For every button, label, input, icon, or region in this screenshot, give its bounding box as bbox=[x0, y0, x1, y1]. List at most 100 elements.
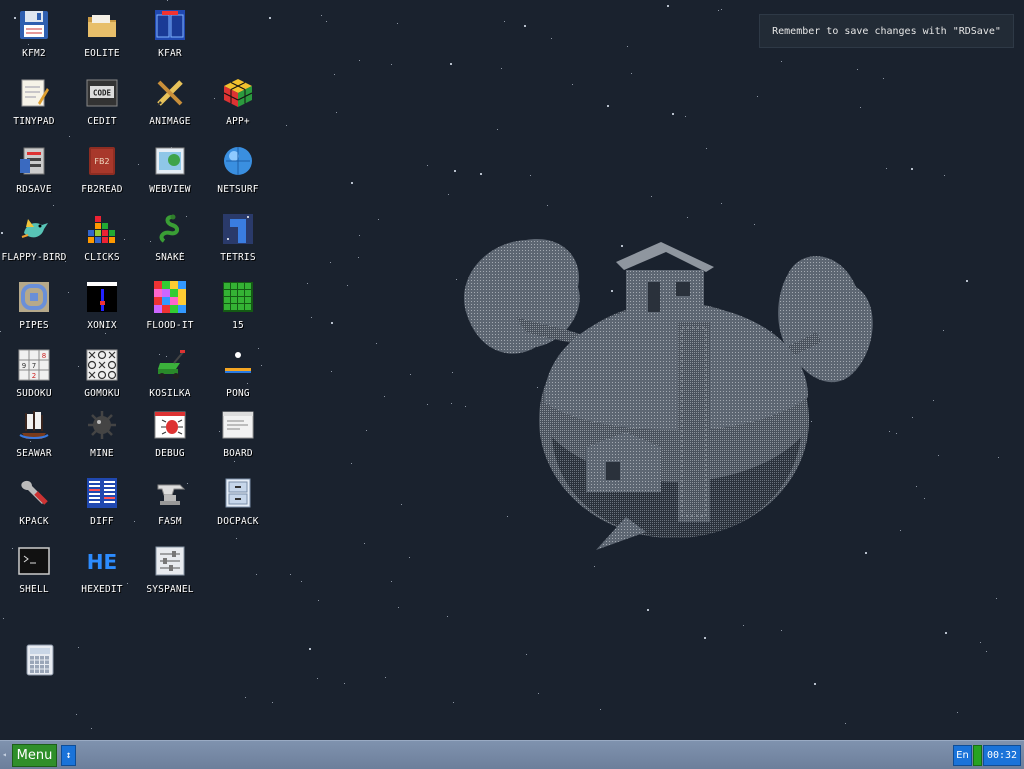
star bbox=[600, 709, 601, 710]
web-page-icon bbox=[154, 145, 186, 177]
star bbox=[359, 60, 360, 61]
desktop-icon-pong[interactable]: PONG bbox=[204, 349, 272, 413]
desktop-icon-label: BOARD bbox=[223, 448, 253, 459]
desktop-icon-label: SUDOKU bbox=[16, 388, 52, 399]
star bbox=[385, 677, 386, 678]
diff-icon bbox=[86, 477, 118, 509]
fifteen-puzzle-icon bbox=[222, 281, 254, 313]
desktop-icon-xonix[interactable]: XONIX bbox=[68, 281, 136, 345]
desktop-icon-seawar[interactable]: SEAWAR bbox=[0, 409, 68, 473]
desktop-icon-kpack[interactable]: KPACK bbox=[0, 477, 68, 541]
star bbox=[344, 683, 345, 684]
swap-arrows-icon[interactable]: ↕ bbox=[61, 745, 76, 766]
anvil-icon bbox=[154, 477, 186, 509]
desktop-icon-snake[interactable]: SNAKE bbox=[136, 213, 204, 277]
star bbox=[501, 68, 502, 69]
hex-editor-icon: HE bbox=[86, 545, 118, 577]
star bbox=[781, 630, 782, 631]
language-indicator[interactable]: En bbox=[953, 745, 972, 766]
star bbox=[943, 330, 944, 331]
desktop-icon-mine[interactable]: MINE bbox=[68, 409, 136, 473]
desktop-icon-docpack[interactable]: DOCPACK bbox=[204, 477, 272, 541]
board-window-icon bbox=[222, 409, 254, 441]
star bbox=[704, 637, 706, 639]
desktop-icon-webview[interactable]: WEBVIEW bbox=[136, 145, 204, 209]
desktop-icon-flood-it[interactable]: FLOOD-IT bbox=[136, 281, 204, 345]
star bbox=[351, 182, 353, 184]
desktop: KFM2 EOLITE KFAR TINYPAD CODE CEDIT ANIMAGE APP… bbox=[0, 0, 1024, 740]
save-ramdisk-icon bbox=[18, 145, 50, 177]
star bbox=[889, 431, 890, 432]
desktop-icon-fb2read[interactable]: FB2 FB2READ bbox=[68, 145, 136, 209]
desktop-icon-fasm[interactable]: FASM bbox=[136, 477, 204, 541]
desktop-icon-tetris[interactable]: TETRIS bbox=[204, 213, 272, 277]
desktop-icon-diff[interactable]: DIFF bbox=[68, 477, 136, 541]
desktop-icon-calculator[interactable] bbox=[6, 644, 74, 708]
desktop-icon-syspanel[interactable]: SYSPANEL bbox=[136, 545, 204, 609]
star bbox=[980, 642, 981, 643]
desktop-icon-label: NETSURF bbox=[217, 184, 259, 195]
desktop-icon-label: ANIMAGE bbox=[149, 116, 191, 127]
desktop-icon-kosilka[interactable]: KOSILKA bbox=[136, 349, 204, 413]
desktop-icon-label: TINYPAD bbox=[13, 116, 55, 127]
star bbox=[384, 396, 385, 397]
star bbox=[497, 129, 498, 130]
clock[interactable]: 00:32 bbox=[983, 745, 1021, 766]
desktop-icon-shell[interactable]: SHELL bbox=[0, 545, 68, 609]
star bbox=[347, 285, 348, 286]
desktop-icon-cedit[interactable]: CODE CEDIT bbox=[68, 77, 136, 141]
star bbox=[376, 343, 377, 344]
desktop-icon-label: EOLITE bbox=[84, 48, 120, 59]
desktop-icon-board[interactable]: BOARD bbox=[204, 409, 272, 473]
star bbox=[359, 235, 360, 236]
desktop-icon-app[interactable]: APP+ bbox=[204, 77, 272, 141]
desktop-icon-gomoku[interactable]: GOMOKU bbox=[68, 349, 136, 413]
desktop-icon-label: FLAPPY-BIRD bbox=[1, 252, 67, 263]
desktop-icon-15[interactable]: 15 bbox=[204, 281, 272, 345]
desktop-icon-animage[interactable]: ANIMAGE bbox=[136, 77, 204, 141]
desktop-icon-label: CLICKS bbox=[84, 252, 120, 263]
star bbox=[743, 625, 744, 626]
star bbox=[651, 196, 652, 197]
left-arrow-icon[interactable]: ◂ bbox=[2, 750, 8, 760]
desktop-icon-label: APP+ bbox=[226, 116, 250, 127]
desktop-icon-debug[interactable]: DEBUG bbox=[136, 409, 204, 473]
star bbox=[504, 21, 505, 22]
desktop-icon-sudoku[interactable]: 8 9 7 2 SUDOKU bbox=[0, 349, 68, 413]
star bbox=[309, 648, 311, 650]
star bbox=[78, 647, 79, 648]
star bbox=[860, 107, 861, 108]
star bbox=[912, 417, 913, 418]
tray-status-indicator bbox=[973, 745, 982, 766]
desktop-icon-label: SNAKE bbox=[155, 252, 185, 263]
star bbox=[427, 404, 428, 405]
star bbox=[351, 463, 352, 464]
star bbox=[318, 600, 319, 601]
star bbox=[896, 433, 897, 434]
desktop-icon-flappy-bird[interactable]: FLAPPY-BIRD bbox=[0, 213, 68, 277]
desktop-icon-clicks[interactable]: CLICKS bbox=[68, 213, 136, 277]
desktop-icon-tinypad[interactable]: TINYPAD bbox=[0, 77, 68, 141]
star bbox=[530, 175, 531, 176]
menu-button[interactable]: Menu bbox=[12, 744, 57, 767]
star bbox=[452, 372, 453, 373]
desktop-icon-eolite[interactable]: EOLITE bbox=[68, 9, 136, 73]
desktop-icon-hexedit[interactable]: HE HEXEDIT bbox=[68, 545, 136, 609]
sea-mine-icon bbox=[86, 409, 118, 441]
notification-text: Remember to save changes with "RDSave" bbox=[772, 25, 1001, 37]
desktop-icon-kfar[interactable]: KFAR bbox=[136, 9, 204, 73]
star bbox=[721, 9, 722, 10]
star bbox=[986, 651, 987, 652]
desktop-icon-rdsave[interactable]: RDSAVE bbox=[0, 145, 68, 209]
desktop-icon-kfm2[interactable]: KFM2 bbox=[0, 9, 68, 73]
desktop-icon-label: SYSPANEL bbox=[146, 584, 194, 595]
star bbox=[331, 322, 333, 324]
star bbox=[427, 165, 428, 166]
star bbox=[526, 654, 527, 655]
desktop-icon-netsurf[interactable]: NETSURF bbox=[204, 145, 272, 209]
star bbox=[814, 683, 816, 685]
star bbox=[76, 714, 77, 715]
star bbox=[754, 224, 755, 225]
desktop-icon-pipes[interactable]: PIPES bbox=[0, 281, 68, 345]
star bbox=[448, 194, 449, 195]
